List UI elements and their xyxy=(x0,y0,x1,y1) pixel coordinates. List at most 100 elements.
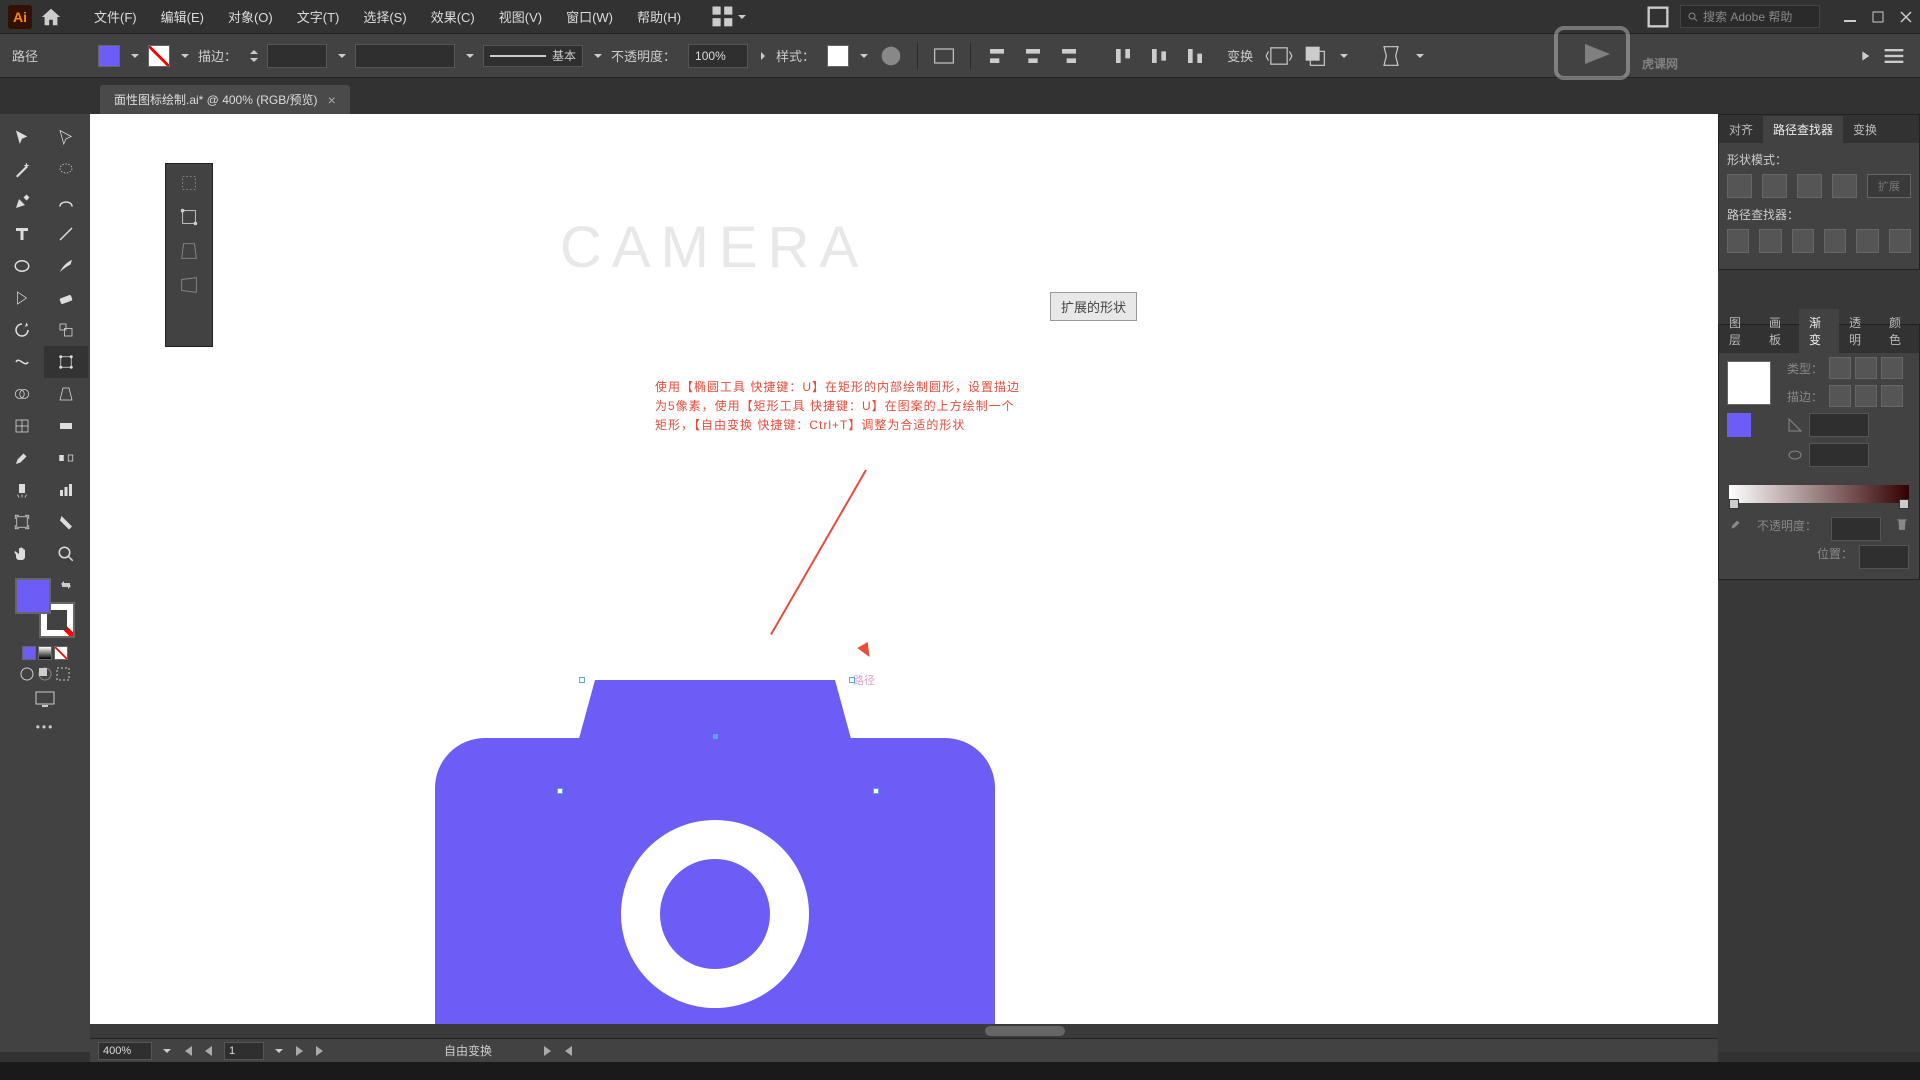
preferences-icon[interactable] xyxy=(1377,42,1405,70)
unite-icon[interactable] xyxy=(1727,174,1752,198)
paintbrush-tool[interactable] xyxy=(44,250,88,282)
close-icon[interactable] xyxy=(1900,11,1912,23)
draw-behind-icon[interactable] xyxy=(37,666,53,682)
status-play-icon[interactable] xyxy=(540,1044,554,1058)
mesh-tool[interactable] xyxy=(0,410,44,442)
opacity-input[interactable] xyxy=(688,44,748,68)
draw-normal-icon[interactable] xyxy=(19,666,35,682)
search-input[interactable]: 搜索 Adobe 帮助 xyxy=(1680,5,1820,28)
rectangle-tool[interactable] xyxy=(0,250,44,282)
arrange-front-icon[interactable] xyxy=(1301,42,1329,70)
gradient-tool[interactable] xyxy=(44,410,88,442)
stop-opacity-input[interactable] xyxy=(1831,517,1881,541)
hand-tool[interactable] xyxy=(0,538,44,570)
type-tool[interactable] xyxy=(0,218,44,250)
gradient-stop[interactable] xyxy=(1729,499,1739,509)
perspective-distort-icon[interactable] xyxy=(178,240,200,262)
free-transform-icon[interactable] xyxy=(178,206,200,228)
align-shape-icon[interactable] xyxy=(930,42,958,70)
minus-back-icon[interactable] xyxy=(1889,229,1911,253)
variable-width-input[interactable] xyxy=(355,44,455,68)
panel-menu-icon[interactable] xyxy=(1880,42,1908,70)
swap-colors-icon[interactable] xyxy=(59,578,73,592)
tab-transparency[interactable]: 透明 xyxy=(1839,309,1879,353)
angle-input[interactable] xyxy=(1809,413,1869,437)
divide-icon[interactable] xyxy=(1727,229,1749,253)
frame-icon[interactable] xyxy=(1644,3,1672,31)
linear-gradient-icon[interactable] xyxy=(1829,357,1851,379)
slice-tool[interactable] xyxy=(44,506,88,538)
tab-artboards[interactable]: 画板 xyxy=(1759,309,1799,353)
free-distort-icon[interactable] xyxy=(178,274,200,296)
color-mode-none[interactable] xyxy=(54,646,68,660)
chevron-down-icon[interactable] xyxy=(1339,51,1349,61)
zoom-input[interactable] xyxy=(98,1042,152,1060)
tab-layers[interactable]: 图层 xyxy=(1719,309,1759,353)
crop-icon[interactable] xyxy=(1824,229,1846,253)
stepper-icon[interactable] xyxy=(249,47,259,65)
gradient-stop[interactable] xyxy=(1899,499,1909,509)
outline-icon[interactable] xyxy=(1856,229,1878,253)
menu-effect[interactable]: 效果(C) xyxy=(419,7,487,26)
chevron-down-icon[interactable] xyxy=(274,1046,284,1056)
artboard-tool[interactable] xyxy=(0,506,44,538)
gradient-slider[interactable] xyxy=(1729,485,1909,503)
document-tab[interactable]: 面性图标绘制.ai* @ 400% (RGB/预览) × xyxy=(100,85,350,114)
shape-builder-tool[interactable] xyxy=(0,378,44,410)
toolbar-more-icon[interactable]: ••• xyxy=(0,720,90,734)
style-swatch[interactable] xyxy=(827,45,849,67)
arrange-icon[interactable] xyxy=(709,3,737,31)
aspect-input[interactable] xyxy=(1809,443,1869,467)
tab-gradient[interactable]: 渐变 xyxy=(1799,309,1839,353)
selection-handle[interactable] xyxy=(579,677,585,683)
canvas[interactable]: CAMERA 扩展的形状 使用【椭圆工具 快捷键：U】在矩形的内部绘制圆形，设置… xyxy=(90,114,1718,1052)
stroke-across-icon[interactable] xyxy=(1881,385,1903,407)
perspective-tool[interactable] xyxy=(44,378,88,410)
symbol-sprayer-tool[interactable] xyxy=(0,474,44,506)
direct-selection-tool[interactable] xyxy=(44,122,88,154)
chevron-down-icon[interactable] xyxy=(859,51,869,61)
freeform-gradient-icon[interactable] xyxy=(1881,357,1903,379)
selection-handle[interactable] xyxy=(849,677,855,683)
align-bottom-icon[interactable] xyxy=(1181,42,1209,70)
chevron-down-icon[interactable] xyxy=(180,51,190,61)
minimize-icon[interactable] xyxy=(1844,11,1856,23)
first-artboard-icon[interactable] xyxy=(180,1044,194,1058)
chevron-down-icon[interactable] xyxy=(1415,51,1425,61)
tab-pathfinder[interactable]: 路径查找器 xyxy=(1763,116,1843,143)
stroke-swatch[interactable] xyxy=(148,45,170,67)
graph-tool[interactable] xyxy=(44,474,88,506)
lens-inner-shape[interactable] xyxy=(660,859,770,969)
eyedropper-icon[interactable] xyxy=(1729,517,1743,531)
chevron-down-icon[interactable] xyxy=(593,51,603,61)
tab-transform[interactable]: 变换 xyxy=(1843,116,1887,143)
color-mode-gradient[interactable] xyxy=(38,646,52,660)
stroke-within-icon[interactable] xyxy=(1829,385,1851,407)
next-artboard-icon[interactable] xyxy=(292,1044,306,1058)
free-transform-widget[interactable] xyxy=(165,163,213,347)
menu-type[interactable]: 文字(T) xyxy=(285,7,352,26)
eyedropper-tool[interactable] xyxy=(0,442,44,474)
exclude-icon[interactable] xyxy=(1832,174,1857,198)
chevron-right-icon[interactable] xyxy=(758,51,768,61)
lasso-tool[interactable] xyxy=(44,154,88,186)
isolate-icon[interactable] xyxy=(1265,42,1293,70)
scroll-thumb[interactable] xyxy=(985,1026,1065,1036)
trim-icon[interactable] xyxy=(1759,229,1781,253)
fill-proxy[interactable] xyxy=(15,578,51,614)
magic-wand-tool[interactable] xyxy=(0,154,44,186)
menu-file[interactable]: 文件(F) xyxy=(82,7,149,26)
center-anchor[interactable] xyxy=(713,734,718,739)
free-transform-tool[interactable] xyxy=(44,346,88,378)
prev-artboard-icon[interactable] xyxy=(202,1044,216,1058)
selection-handle[interactable] xyxy=(873,788,879,794)
transform-label[interactable]: 变换 xyxy=(1227,46,1253,65)
recolor-icon[interactable] xyxy=(877,42,905,70)
blend-tool[interactable] xyxy=(44,442,88,474)
scale-tool[interactable] xyxy=(44,314,88,346)
chevron-down-icon[interactable] xyxy=(465,51,475,61)
intersect-icon[interactable] xyxy=(1797,174,1822,198)
menu-object[interactable]: 对象(O) xyxy=(216,7,285,26)
menu-view[interactable]: 视图(V) xyxy=(487,7,554,26)
fill-swatch[interactable] xyxy=(98,45,120,67)
